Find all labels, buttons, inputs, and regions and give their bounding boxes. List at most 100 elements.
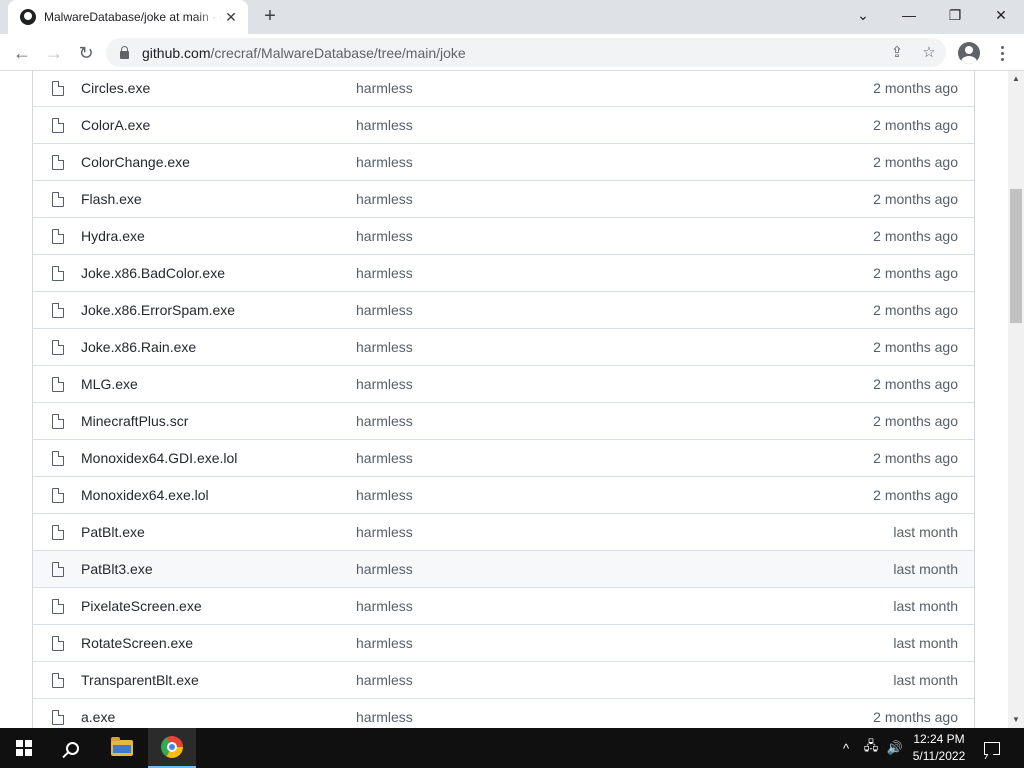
file-row[interactable]: RotateScreen.exe harmless last month [33, 624, 974, 661]
commit-message-link[interactable]: harmless [356, 413, 413, 429]
commit-message-link[interactable]: harmless [356, 635, 413, 651]
commit-message-link[interactable]: harmless [356, 561, 413, 577]
commit-message-link[interactable]: harmless [356, 154, 413, 170]
back-button[interactable]: ← [8, 39, 36, 67]
file-name-link[interactable]: Monoxidex64.GDI.exe.lol [81, 450, 237, 466]
file-name-link[interactable]: MinecraftPlus.scr [81, 413, 188, 429]
maximize-button[interactable]: ❐ [932, 0, 978, 30]
file-icon [52, 451, 64, 466]
file-name-link[interactable]: Joke.x86.ErrorSpam.exe [81, 302, 235, 318]
file-row[interactable]: a.exe harmless 2 months ago [33, 698, 974, 728]
close-window-button[interactable]: ✕ [978, 0, 1024, 30]
commit-message-link[interactable]: harmless [356, 302, 413, 318]
file-row[interactable]: Flash.exe harmless 2 months ago [33, 180, 974, 217]
file-explorer-button[interactable] [98, 728, 146, 768]
file-name-link[interactable]: PatBlt.exe [81, 524, 145, 540]
search-button[interactable] [48, 728, 96, 768]
file-row[interactable]: Hydra.exe harmless 2 months ago [33, 217, 974, 254]
commit-message-link[interactable]: harmless [356, 80, 413, 96]
file-name-link[interactable]: Circles.exe [81, 80, 150, 96]
commit-message-link[interactable]: harmless [356, 672, 413, 688]
file-name-link[interactable]: PatBlt3.exe [81, 561, 153, 577]
commit-message-link[interactable]: harmless [356, 339, 413, 355]
share-icon[interactable]: ⇪ [888, 44, 906, 62]
clock-date: 5/11/2022 [912, 749, 966, 763]
file-row[interactable]: PatBlt3.exe harmless last month [33, 550, 974, 587]
file-row[interactable]: PixelateScreen.exe harmless last month [33, 587, 974, 624]
commit-age: 2 months ago [873, 487, 958, 503]
file-row[interactable]: Joke.x86.ErrorSpam.exe harmless 2 months a… [33, 291, 974, 328]
tray-overflow-chevron-icon[interactable]: ^ [836, 728, 856, 768]
commit-message-link[interactable]: harmless [356, 191, 413, 207]
volume-icon[interactable]: 🔊 [884, 728, 906, 768]
scroll-up-arrow-icon[interactable]: ▲ [1008, 71, 1024, 87]
file-name-link[interactable]: Joke.x86.BadColor.exe [81, 265, 225, 281]
commit-age: 2 months ago [873, 191, 958, 207]
file-name-link[interactable]: a.exe [81, 709, 115, 725]
commit-age: 2 months ago [873, 154, 958, 170]
file-row[interactable]: PatBlt.exe harmless last month [33, 513, 974, 550]
url-text[interactable]: github.com/crecraf/MalwareDatabase/tree/… [142, 45, 466, 61]
file-icon [52, 155, 64, 170]
commit-age: 2 months ago [873, 80, 958, 96]
file-row[interactable]: Circles.exe harmless 2 months ago [33, 71, 974, 106]
commit-message-link[interactable]: harmless [356, 709, 413, 725]
commit-message-link[interactable]: harmless [356, 376, 413, 392]
lock-icon[interactable] [120, 45, 129, 59]
scroll-down-arrow-icon[interactable]: ▼ [1008, 712, 1024, 728]
file-name-link[interactable]: TransparentBlt.exe [81, 672, 199, 688]
browser-menu-icon[interactable] [996, 42, 1008, 64]
file-name-link[interactable]: PixelateScreen.exe [81, 598, 202, 614]
file-row[interactable]: MLG.exe harmless 2 months ago [33, 365, 974, 402]
browser-tab-active[interactable]: MalwareDatabase/joke at main · crecraf/M… [8, 0, 248, 34]
commit-age: 2 months ago [873, 339, 958, 355]
new-tab-button[interactable]: + [259, 6, 281, 28]
commit-age: last month [893, 561, 958, 577]
commit-message-link[interactable]: harmless [356, 487, 413, 503]
scrollbar-thumb[interactable] [1010, 189, 1022, 323]
commit-message-link[interactable]: harmless [356, 598, 413, 614]
profile-avatar-icon[interactable] [958, 42, 980, 64]
system-clock[interactable]: 12:24 PM 5/11/2022 [904, 731, 974, 765]
windows-logo-icon [16, 740, 32, 756]
file-name-link[interactable]: RotateScreen.exe [81, 635, 193, 651]
network-icon[interactable]: 🖧 [860, 728, 882, 768]
commit-message-link[interactable]: harmless [356, 228, 413, 244]
file-name-link[interactable]: MLG.exe [81, 376, 138, 392]
start-button[interactable] [0, 728, 48, 768]
commit-message-link[interactable]: harmless [356, 450, 413, 466]
file-name-link[interactable]: Joke.x86.Rain.exe [81, 339, 196, 355]
file-name-link[interactable]: ColorA.exe [81, 117, 150, 133]
file-name-link[interactable]: Flash.exe [81, 191, 142, 207]
file-row[interactable]: MinecraftPlus.scr harmless 2 months ago [33, 402, 974, 439]
file-icon [52, 118, 64, 133]
file-row[interactable]: Joke.x86.BadColor.exe harmless 2 months ag… [33, 254, 974, 291]
page-scrollbar[interactable]: ▲ ▼ [1008, 71, 1024, 728]
commit-message-link[interactable]: harmless [356, 117, 413, 133]
address-bar[interactable]: github.com/crecraf/MalwareDatabase/tree/… [106, 38, 946, 67]
commit-age: 2 months ago [873, 265, 958, 281]
tab-title: MalwareDatabase/joke at main · crecraf/M… [44, 10, 222, 24]
minimize-button[interactable]: — [886, 0, 932, 30]
bookmark-star-icon[interactable]: ☆ [920, 44, 938, 62]
tab-close-icon[interactable]: ✕ [222, 8, 240, 26]
url-path: /crecraf/MalwareDatabase/tree/main/joke [210, 44, 466, 61]
commit-age: 2 months ago [873, 413, 958, 429]
file-name-link[interactable]: Monoxidex64.exe.lol [81, 487, 209, 503]
reload-button[interactable]: ↻ [72, 39, 100, 67]
file-row[interactable]: Joke.x86.Rain.exe harmless 2 months ago [33, 328, 974, 365]
commit-message-link[interactable]: harmless [356, 265, 413, 281]
file-row[interactable]: TransparentBlt.exe harmless last month [33, 661, 974, 698]
file-row[interactable]: ColorChange.exe harmless 2 months ago [33, 143, 974, 180]
file-name-link[interactable]: ColorChange.exe [81, 154, 190, 170]
file-row[interactable]: Monoxidex64.GDI.exe.lol harmless 2 months … [33, 439, 974, 476]
tab-search-dropdown-icon[interactable]: ⌄ [840, 0, 886, 30]
action-center-button[interactable] [980, 728, 1004, 768]
browser-toolbar: ← → ↻ github.com/crecraf/MalwareDatabase… [0, 34, 1024, 71]
commit-message-link[interactable]: harmless [356, 524, 413, 540]
file-row[interactable]: ColorA.exe harmless 2 months ago [33, 106, 974, 143]
file-name-link[interactable]: Hydra.exe [81, 228, 145, 244]
file-row[interactable]: Monoxidex64.exe.lol harmless 2 months ago [33, 476, 974, 513]
forward-button[interactable]: → [40, 39, 68, 67]
chrome-taskbar-button[interactable] [148, 728, 196, 768]
